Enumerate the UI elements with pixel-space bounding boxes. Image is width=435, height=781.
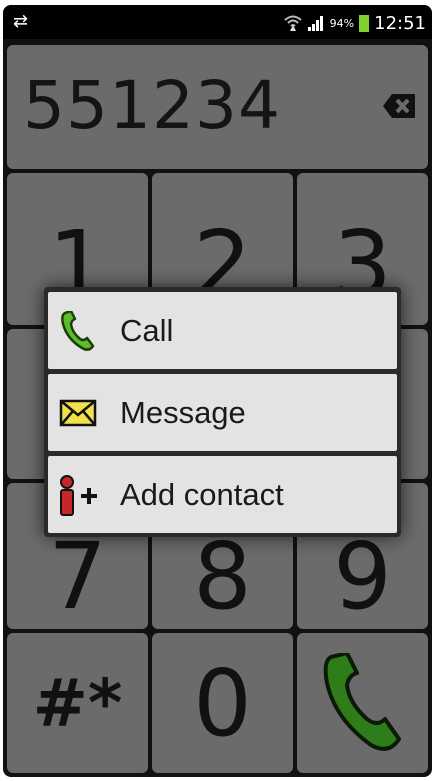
key-0-label: 0 (193, 649, 252, 757)
key-8-label: 8 (193, 522, 252, 630)
key-0[interactable]: 0 (152, 633, 293, 773)
key-hash-star-label: #* (32, 664, 123, 742)
battery-icon (359, 15, 370, 32)
menu-item-message[interactable]: Message (48, 374, 397, 451)
signal-icon (307, 16, 323, 31)
key-9-label: 9 (333, 522, 392, 630)
wifi-icon (284, 15, 302, 31)
action-popup: Call Message Add contact (44, 287, 401, 537)
key-7-label: 7 (48, 522, 107, 630)
menu-item-message-label: Message (120, 394, 246, 430)
menu-item-add-contact-label: Add contact (120, 476, 284, 512)
phone-screen: ⇄ 94% 12:51 551234 1 2 3 7 8 9 #* 0 Call… (3, 5, 432, 777)
battery-percent: 94% (329, 16, 355, 30)
number-display: 551234 (7, 45, 428, 169)
dialed-number: 551234 (23, 67, 281, 144)
menu-item-call-label: Call (120, 312, 174, 348)
status-bar: ⇄ 94% 12:51 (3, 5, 432, 39)
clock: 12:51 (374, 12, 426, 34)
backspace-icon[interactable] (382, 93, 416, 119)
call-button[interactable] (297, 633, 428, 773)
sync-icon: ⇄ (13, 11, 29, 32)
envelope-icon (59, 399, 97, 426)
add-contact-icon (60, 474, 97, 516)
phone-icon (61, 310, 95, 351)
menu-item-call[interactable]: Call (48, 292, 397, 369)
key-hash-star[interactable]: #* (7, 633, 148, 773)
phone-icon (323, 653, 401, 751)
menu-item-add-contact[interactable]: Add contact (48, 456, 397, 533)
